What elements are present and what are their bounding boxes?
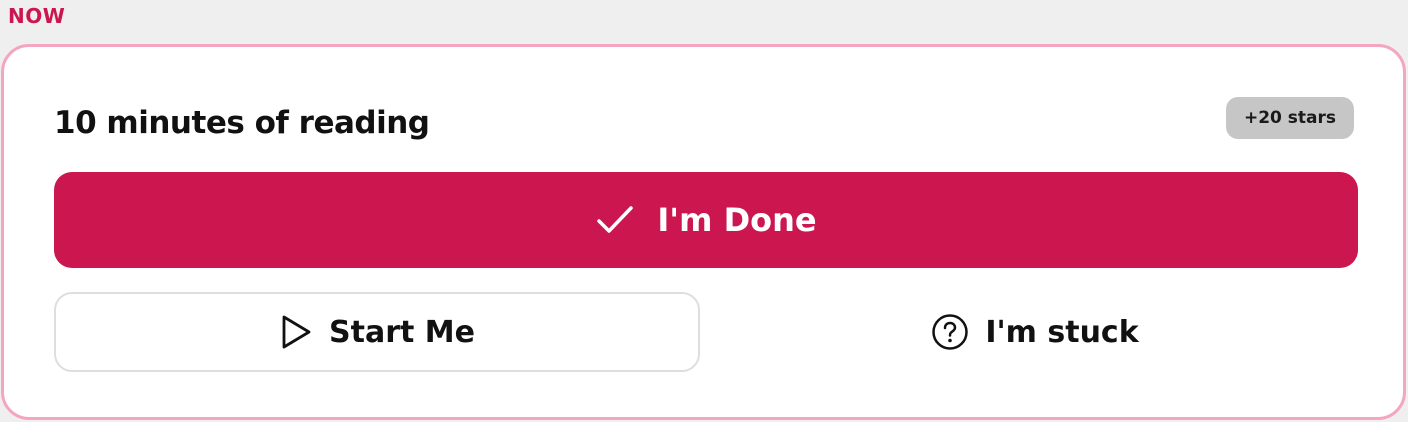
done-button-label: I'm Done [657, 201, 817, 239]
stuck-button[interactable]: I'm stuck [712, 292, 1358, 372]
check-icon [595, 204, 635, 236]
start-button-label: Start Me [329, 314, 475, 350]
play-icon [279, 314, 313, 350]
task-card: 10 minutes of reading +20 stars I'm Done… [1, 44, 1406, 420]
section-label-now: NOW [8, 4, 66, 28]
task-title: 10 minutes of reading [54, 105, 430, 141]
reward-badge: +20 stars [1226, 97, 1354, 139]
stuck-button-label: I'm stuck [985, 314, 1139, 350]
start-button[interactable]: Start Me [54, 292, 700, 372]
done-button[interactable]: I'm Done [54, 172, 1358, 268]
question-circle-icon [931, 313, 969, 351]
